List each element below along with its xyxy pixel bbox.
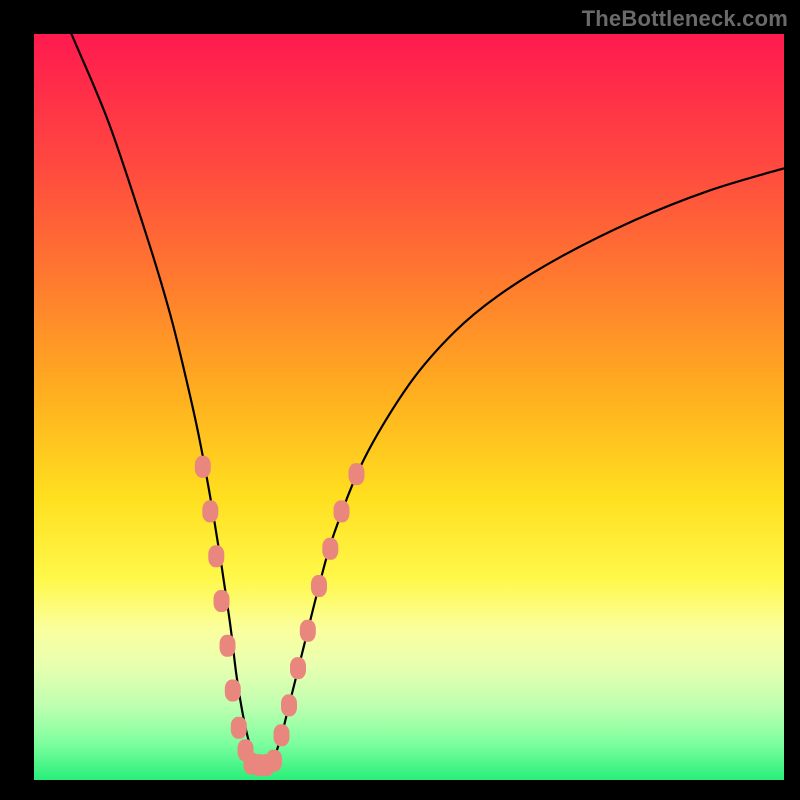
highlight-dot (208, 545, 224, 567)
highlight-dot (266, 750, 282, 772)
bottleneck-curve (34, 34, 784, 767)
highlight-dot (281, 694, 297, 716)
highlight-dots (195, 456, 365, 776)
highlight-dot (225, 680, 241, 702)
highlight-dot (202, 500, 218, 522)
watermark-text: TheBottleneck.com (582, 6, 788, 32)
highlight-dot (349, 463, 365, 485)
chart-frame: TheBottleneck.com (0, 0, 800, 800)
highlight-dot (334, 500, 350, 522)
highlight-dot (231, 717, 247, 739)
highlight-dot (220, 635, 236, 657)
highlight-dot (290, 657, 306, 679)
highlight-dot (300, 620, 316, 642)
highlight-dot (311, 575, 327, 597)
plot-area (34, 34, 784, 780)
highlight-dot (274, 724, 290, 746)
highlight-dot (195, 456, 211, 478)
highlight-dot (214, 590, 230, 612)
curve-svg (34, 34, 784, 780)
highlight-dot (322, 538, 338, 560)
